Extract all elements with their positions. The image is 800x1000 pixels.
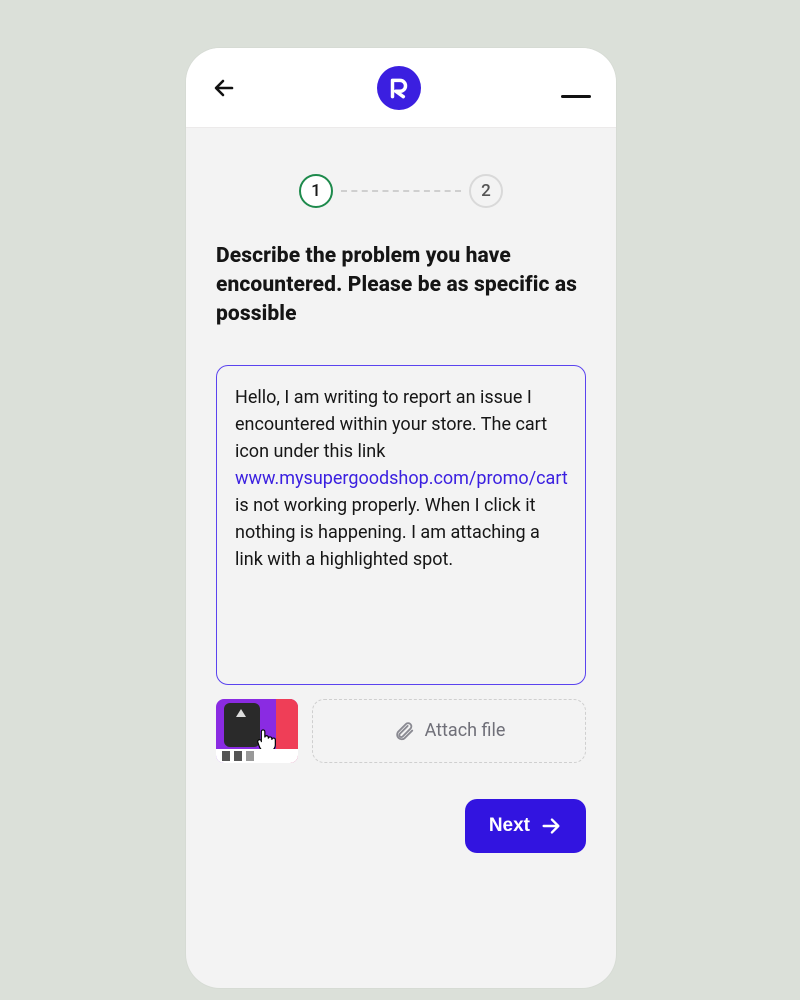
next-button[interactable]: Next [465, 799, 586, 853]
problem-description-input[interactable]: Hello, I am writing to report an issue I… [216, 365, 586, 685]
step-connector [341, 190, 461, 192]
attach-file-label: Attach file [425, 720, 506, 741]
attach-file-button[interactable]: Attach file [312, 699, 586, 763]
attachments-row: Attach file [216, 699, 586, 763]
next-button-label: Next [489, 815, 530, 837]
message-text-before: Hello, I am writing to report an issue I… [235, 387, 547, 462]
form-body: 1 2 Describe the problem you have encoun… [186, 128, 616, 877]
phone-frame: 1 2 Describe the problem you have encoun… [186, 48, 616, 988]
progress-stepper: 1 2 [216, 174, 586, 208]
step-2: 2 [469, 174, 503, 208]
message-text-after: is not working properly. When I click it… [235, 495, 540, 570]
logo-r-icon [386, 75, 412, 101]
arrow-left-icon [212, 76, 236, 100]
paperclip-icon [393, 720, 415, 742]
app-logo [377, 66, 421, 110]
menu-button[interactable] [560, 78, 592, 98]
footer-actions: Next [216, 799, 586, 853]
message-link[interactable]: www.mysupergoodshop.com/promo/cart [235, 468, 568, 489]
app-header [186, 48, 616, 128]
arrow-right-icon [540, 815, 562, 837]
form-title: Describe the problem you have encountere… [216, 242, 586, 329]
step-1: 1 [299, 174, 333, 208]
menu-icon [561, 95, 591, 98]
back-button[interactable] [210, 74, 238, 102]
attachment-thumbnail[interactable] [216, 699, 298, 763]
